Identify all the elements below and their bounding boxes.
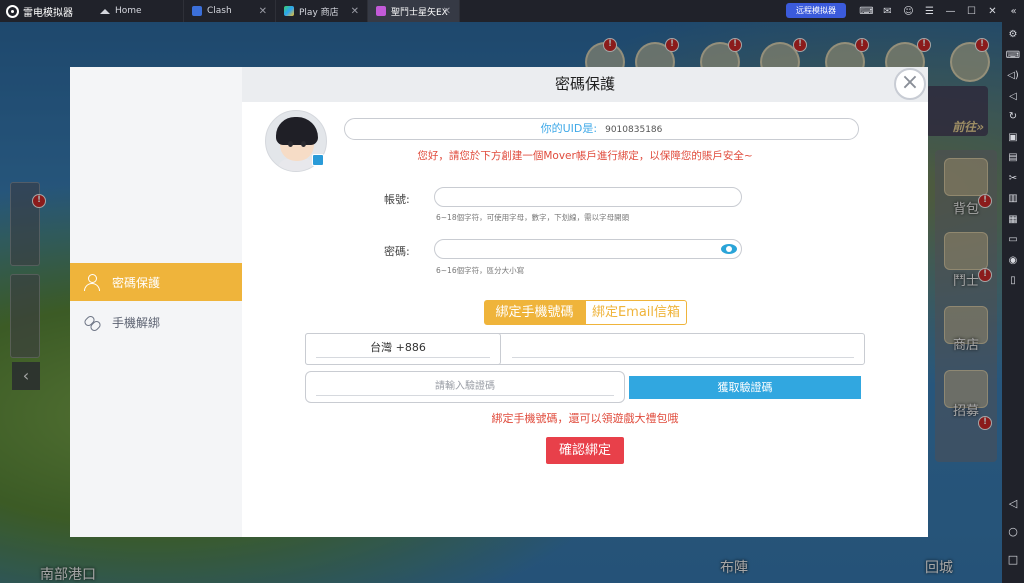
gift-reminder: 綁定手機號碼，還可以領遊戲大禮包哦: [491, 412, 679, 425]
mail-icon[interactable]: ✉: [877, 6, 898, 17]
avatar-badge-icon: [312, 154, 324, 166]
close-window-icon[interactable]: ✕: [982, 6, 1003, 17]
avatar-eye: [301, 141, 306, 147]
password-label: 密碼:: [384, 245, 410, 258]
maximize-icon[interactable]: ☐: [961, 6, 982, 17]
verification-code-placeholder: 請輸入驗證碼: [435, 381, 495, 392]
account-icon[interactable]: ☺: [898, 6, 919, 17]
recent-apps-icon[interactable]: □: [1008, 546, 1018, 574]
country-underline: [316, 357, 490, 358]
keyboard-icon[interactable]: ⌨: [1006, 46, 1020, 67]
sidebar-item-label: 密碼保護: [112, 275, 161, 290]
dialog-sidebar: 密碼保護 手機解綁: [70, 67, 242, 537]
get-code-button[interactable]: 獲取驗證碼: [629, 376, 861, 399]
multi-instance-icon[interactable]: ▥: [1008, 189, 1017, 210]
tab-bind-phone[interactable]: 綁定手機號碼: [484, 300, 585, 325]
tab-label: 聖鬥士星矢EX: [391, 7, 448, 18]
dialog-title: 密碼保護: [242, 67, 928, 102]
uid-value: 9010835186: [605, 125, 663, 135]
scissors-icon[interactable]: ✂: [1009, 169, 1017, 190]
unlink-icon: [84, 314, 100, 330]
uid-display: 你的UID是: 9010835186: [344, 118, 859, 140]
app-logo[interactable]: 雷电模拟器: [0, 0, 92, 22]
volume-up-icon[interactable]: ◁): [1007, 66, 1019, 87]
game-app-icon: [376, 6, 386, 16]
expand-icon[interactable]: «: [1003, 6, 1024, 17]
leidian-logo-icon: [6, 4, 19, 18]
show-password-eye-icon[interactable]: [721, 244, 737, 254]
password-protection-dialog: 密碼保護 手機解綁 密碼保護 你的UID是: 9010835186 您好，請您於下…: [70, 67, 928, 537]
code-underline: [316, 395, 614, 396]
close-dialog-icon[interactable]: ×: [894, 68, 926, 100]
back-icon[interactable]: ◁: [1009, 490, 1017, 518]
account-hint: 6~18個字符，可使用字母，數字，下划線，需以字母開頭: [436, 213, 630, 222]
password-input[interactable]: [434, 239, 742, 259]
account-label: 帳號:: [384, 193, 410, 206]
tab-home[interactable]: Home: [92, 0, 184, 22]
clash-app-icon: [192, 6, 202, 16]
close-tab-icon[interactable]: ✕: [259, 6, 267, 17]
uid-label: 你的UID是:: [540, 122, 598, 135]
menu-icon[interactable]: ☰: [919, 6, 940, 17]
android-nav-keys: ◁ ○ □: [1002, 490, 1024, 574]
sidebar-item-label: 手機解綁: [112, 315, 161, 330]
apk-icon[interactable]: ▤: [1008, 148, 1017, 169]
tab-game[interactable]: 聖鬥士星矢EX ✕: [368, 0, 460, 22]
person-icon: [84, 274, 100, 291]
phone-underline: [512, 357, 854, 358]
rotate-icon[interactable]: ↻: [1009, 107, 1017, 128]
tab-bind-email[interactable]: 綁定Email信箱: [585, 300, 687, 325]
avatar-hair: [276, 117, 318, 145]
country-code-value: 台灣 +886: [370, 341, 426, 354]
remote-emulator-label: 远程模拟器: [796, 6, 836, 15]
tab-label: Play 商店: [299, 7, 339, 18]
settings-icon[interactable]: ⚙: [1009, 25, 1018, 46]
gamepad-icon[interactable]: ⌨: [856, 6, 877, 17]
folder-icon[interactable]: ▭: [1008, 230, 1017, 251]
close-tab-icon[interactable]: ✕: [351, 6, 359, 17]
sync-icon[interactable]: ▦: [1008, 210, 1017, 231]
window-controls: ⌨ ✉ ☺ ☰ — ☐ ✕ «: [856, 0, 1024, 22]
tab-clash[interactable]: Clash ✕: [184, 0, 276, 22]
play-store-icon: [284, 6, 294, 16]
sidebar-item-password-protection[interactable]: 密碼保護: [70, 263, 242, 301]
tab-label: Clash: [207, 6, 232, 16]
volume-down-icon[interactable]: ◁: [1009, 87, 1017, 108]
tab-label: Home: [115, 6, 142, 16]
shake-icon[interactable]: ▯: [1010, 271, 1016, 292]
home-circle-icon[interactable]: ○: [1008, 518, 1018, 546]
sidebar-item-phone-unbind[interactable]: 手機解綁: [70, 303, 242, 341]
password-hint: 6~16個字符，區分大小寫: [436, 266, 525, 275]
security-notice: 您好，請您於下方創建一個Mover帳戶進行綁定，以保障您的賬戶安全~: [417, 150, 753, 162]
account-input[interactable]: [434, 187, 742, 207]
tab-play-store[interactable]: Play 商店 ✕: [276, 0, 368, 22]
close-tab-icon[interactable]: ✕: [443, 6, 451, 17]
phone-number-input[interactable]: [502, 335, 862, 355]
minimize-icon[interactable]: —: [940, 6, 961, 17]
screenshot-icon[interactable]: ▣: [1008, 128, 1017, 149]
home-icon: [100, 8, 110, 14]
avatar-eye: [288, 141, 293, 147]
confirm-bind-button[interactable]: 確認綁定: [546, 437, 624, 464]
location-icon[interactable]: ◉: [1009, 251, 1018, 272]
app-name: 雷电模拟器: [23, 7, 73, 19]
remote-emulator-button[interactable]: 远程模拟器: [786, 3, 846, 18]
